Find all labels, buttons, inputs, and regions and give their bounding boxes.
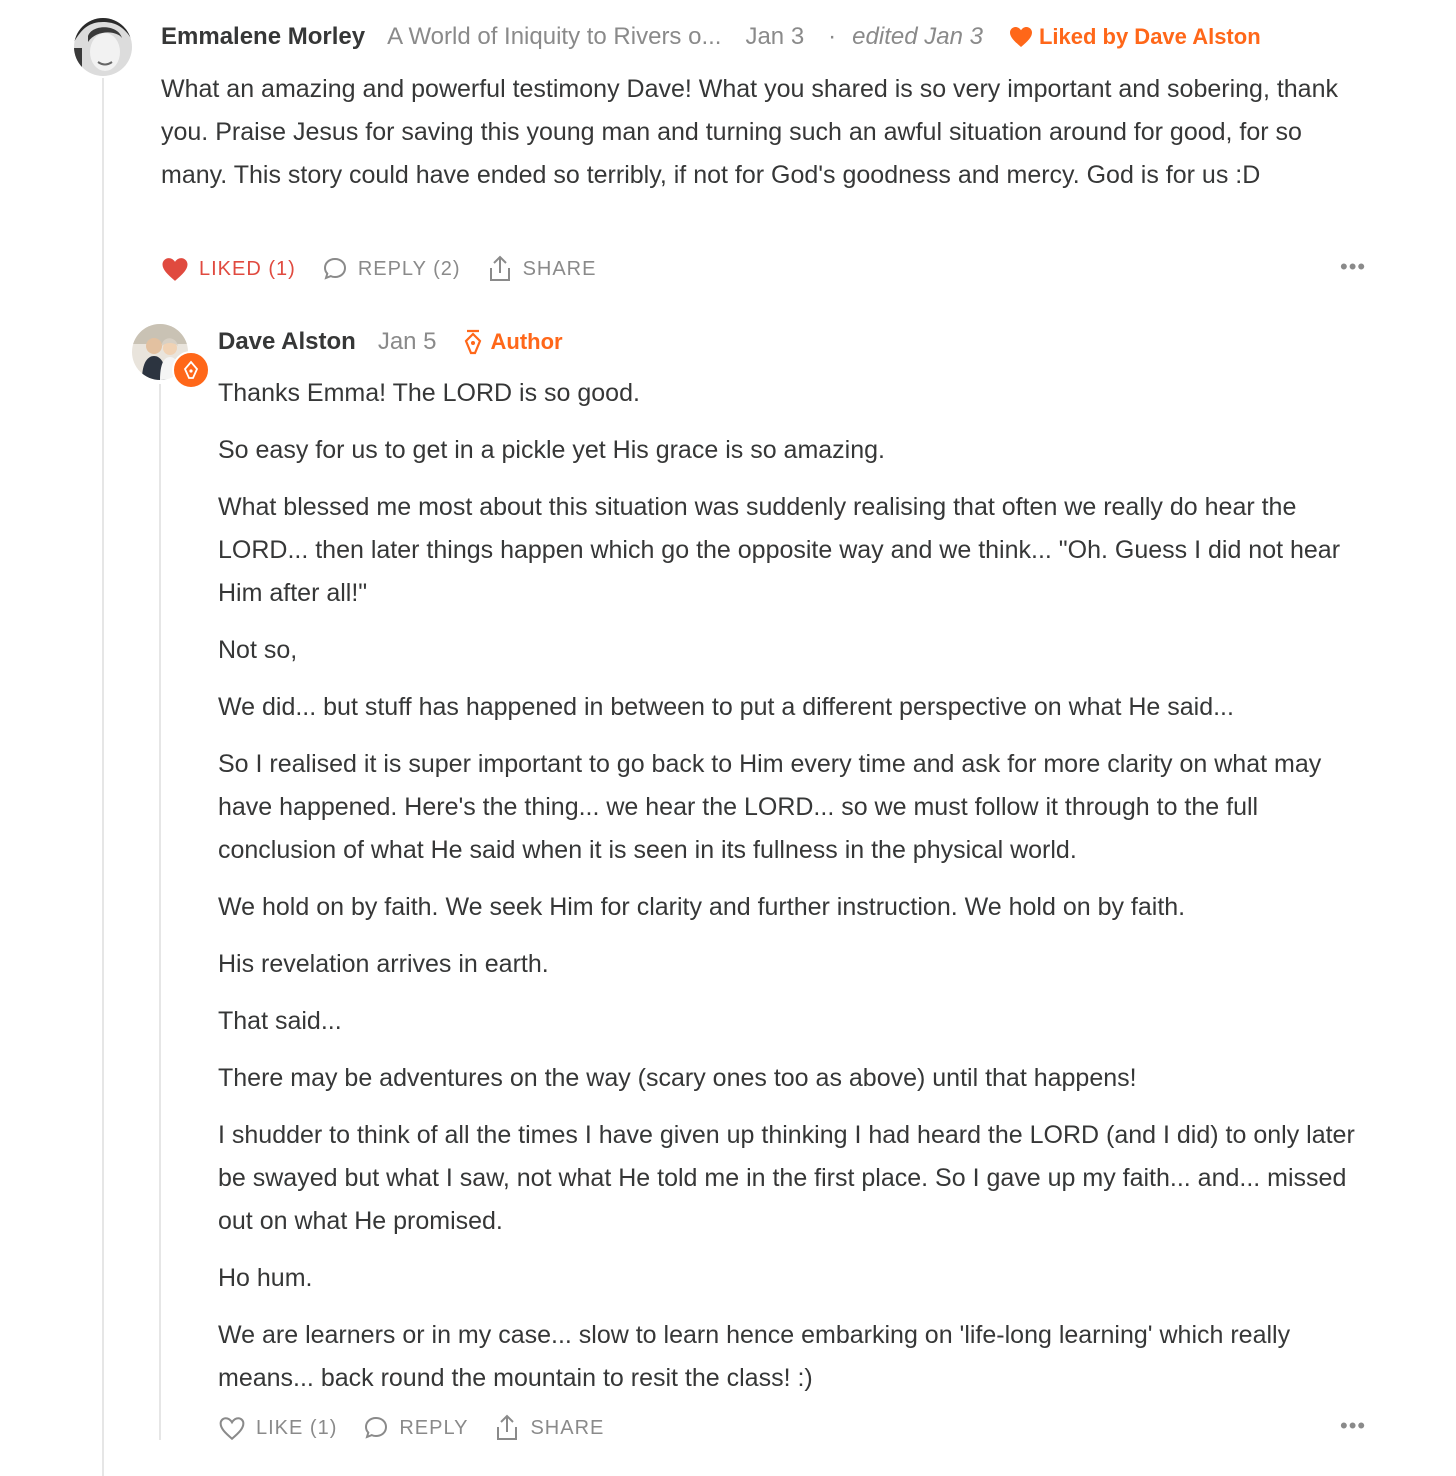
pen-nib-icon bbox=[464, 329, 481, 355]
comment-date[interactable]: Jan 3 bbox=[745, 23, 804, 51]
reply-button[interactable]: REPLY bbox=[363, 1415, 468, 1441]
comment-paragraph: We did... but stuff has happened in betw… bbox=[218, 693, 1234, 721]
author-badge: Author bbox=[463, 329, 563, 355]
separator-dot: · bbox=[828, 23, 837, 50]
more-options-button[interactable]: ••• bbox=[1340, 1413, 1366, 1439]
speech-bubble-icon bbox=[365, 1416, 388, 1439]
more-options-button[interactable]: ••• bbox=[1340, 254, 1366, 280]
reply-label: REPLY bbox=[399, 1416, 469, 1439]
comment-paragraph: His revelation arrives in earth. bbox=[218, 950, 549, 978]
comment-paragraph: What an amazing and powerful testimony D… bbox=[161, 75, 1338, 189]
share-button[interactable]: SHARE bbox=[487, 255, 597, 283]
comment-paragraph: So easy for us to get in a pickle yet Hi… bbox=[218, 436, 885, 464]
heart-filled-icon bbox=[162, 257, 188, 281]
comment-paragraph: Not so, bbox=[218, 636, 298, 664]
comment-paragraph: I shudder to think of all the times I ha… bbox=[218, 1121, 1355, 1235]
comment-paragraph: Thanks Emma! The LORD is so good. bbox=[218, 379, 640, 407]
comment-actions: LIKED (1) REPLY (2) SHARE bbox=[161, 254, 622, 284]
comment-header: Emmalene Morley A World of Iniquity to R… bbox=[161, 18, 1261, 56]
comment-header: Dave Alston Jan 5 Author bbox=[218, 322, 563, 362]
share-button[interactable]: SHARE bbox=[494, 1414, 604, 1442]
avatar[interactable] bbox=[74, 18, 132, 76]
comment-paragraph: What blessed me most about this situatio… bbox=[218, 493, 1341, 607]
comment-actions: LIKE (1) REPLY SHARE bbox=[218, 1413, 630, 1443]
comment-author[interactable]: Emmalene Morley bbox=[161, 23, 365, 51]
comment-date[interactable]: Jan 5 bbox=[378, 328, 437, 356]
share-icon bbox=[497, 1414, 518, 1440]
author-badge-label: Author bbox=[490, 329, 563, 354]
comment-paragraph: Ho hum. bbox=[218, 1264, 313, 1292]
comment-paragraph: We hold on by faith. We seek Him for cla… bbox=[218, 893, 1186, 921]
like-button[interactable]: LIKED (1) bbox=[161, 257, 296, 282]
share-icon bbox=[489, 255, 510, 281]
like-button[interactable]: LIKE (1) bbox=[218, 1416, 337, 1441]
like-label: LIKED (1) bbox=[199, 257, 296, 280]
reply-label: REPLY (2) bbox=[357, 257, 461, 280]
comment-paragraph: That said... bbox=[218, 1007, 342, 1035]
heart-outline-icon bbox=[219, 1416, 245, 1440]
share-label: SHARE bbox=[530, 1416, 605, 1439]
comment-paragraph: So I realised it is super important to g… bbox=[218, 750, 1322, 864]
thread-line-outer bbox=[102, 78, 104, 1476]
comment-paragraph: There may be adventures on the way (scar… bbox=[218, 1064, 1137, 1092]
speech-bubble-icon bbox=[323, 257, 346, 280]
edited-label: edited Jan 3 bbox=[852, 23, 983, 50]
reply-button[interactable]: REPLY (2) bbox=[322, 256, 461, 282]
comment-paragraph: We are learners or in my case... slow to… bbox=[218, 1321, 1291, 1392]
comment-body: Thanks Emma! The LORD is so good. So eas… bbox=[218, 372, 1368, 1414]
liked-by-label: Liked by Dave Alston bbox=[1038, 24, 1261, 49]
comment-author[interactable]: Dave Alston bbox=[218, 328, 356, 356]
like-label: LIKE (1) bbox=[256, 1416, 338, 1439]
heart-icon bbox=[1009, 27, 1032, 47]
thread-line-inner bbox=[159, 384, 161, 1440]
share-label: SHARE bbox=[522, 257, 597, 280]
comment-body: What an amazing and powerful testimony D… bbox=[161, 68, 1361, 211]
author-badge-icon bbox=[172, 351, 210, 389]
liked-by-author: Liked by Dave Alston bbox=[1009, 24, 1261, 50]
post-title-link[interactable]: A World of Iniquity to Rivers o... bbox=[387, 23, 721, 51]
